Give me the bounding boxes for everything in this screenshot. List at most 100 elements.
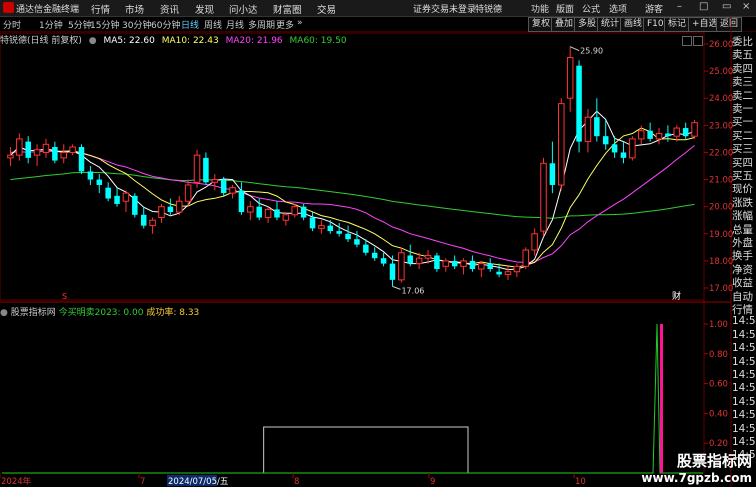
candle-body (282, 214, 290, 221)
candle-body (389, 263, 396, 280)
indicator-tick-label: 1.00 (709, 320, 728, 330)
low-price-label: 17.06 (401, 286, 424, 295)
candle-body (327, 225, 334, 232)
candle-body (96, 179, 103, 185)
candle-body (203, 157, 209, 183)
candle-body (220, 179, 227, 194)
quote-panel-label: 14:56 (732, 395, 756, 408)
watermark-url: www.7gpzb.com (641, 471, 752, 485)
indicator-tick-label: 0.80 (709, 350, 728, 360)
candle-body (238, 190, 245, 213)
candle-body (309, 217, 316, 229)
candle-body (513, 265, 521, 273)
price-tick-label: 22.00 (709, 148, 733, 158)
candle-body (105, 187, 111, 199)
candle-body (318, 225, 325, 229)
candle-body (611, 144, 618, 153)
candle-body (132, 195, 138, 215)
high-price-label: 25.90 (580, 47, 603, 56)
candle-body (637, 130, 645, 140)
candle-body (558, 103, 565, 186)
quote-panel-label: 14:56 (732, 422, 756, 435)
candle-body (691, 122, 698, 137)
quote-panel-label: 14:56 (732, 369, 756, 381)
candle-body (256, 206, 262, 218)
candle-body (478, 263, 485, 270)
candle-body (655, 132, 663, 140)
candle-body (442, 260, 450, 267)
candle-body (175, 200, 183, 213)
indicator-tick-label: 0.40 (709, 409, 728, 419)
candle-body (673, 127, 681, 137)
date-cursor-label: 2024/07/05/五 (168, 477, 229, 487)
candle-body (380, 258, 387, 264)
quote-side-panel[interactable]: 委比 卖五 卖四 卖三 卖二 卖一 买一 买二 买三 买四 买五 现价 涨跌 涨幅 总量 外盘 换手 净资 收益 自动… (732, 34, 756, 487)
candle-body (566, 57, 574, 99)
x-tick-label: 10 (575, 477, 586, 487)
price-tick-label: 26.00 (709, 40, 733, 50)
candle-body (424, 254, 432, 259)
candle-body (620, 152, 627, 158)
candle-body (398, 252, 405, 281)
main-frame (0, 32, 705, 301)
candle-body (451, 260, 458, 267)
candle-body (345, 233, 351, 240)
candle-body (184, 184, 192, 202)
price-tick-label: 21.00 (709, 176, 733, 186)
candle-body (496, 271, 502, 275)
candle-body (602, 136, 609, 145)
x-tick-label: 8 (294, 477, 299, 487)
candle-body (682, 128, 689, 137)
candle-body (354, 239, 360, 245)
candle-body (540, 162, 547, 232)
candle-body (7, 154, 14, 159)
candle-body (140, 214, 147, 226)
candle-body (665, 133, 671, 137)
candle-body (291, 206, 299, 216)
indicator-tick-label: 0.20 (709, 439, 728, 449)
candle-body (300, 206, 307, 218)
ma5-line (10, 110, 695, 271)
candle-body (647, 130, 653, 139)
candle-body (469, 260, 476, 270)
price-tick-label: 25.00 (709, 67, 733, 77)
s-badge: S (62, 292, 67, 301)
candle-body (629, 138, 636, 159)
ma10-line (10, 127, 695, 268)
candle-body (407, 255, 414, 264)
candle-body (229, 187, 236, 194)
finance-badge: 财 (672, 290, 681, 302)
quote-panel-label: 14:56 (732, 342, 756, 355)
watermark: 股票指标网 www.7gpzb.com (641, 450, 752, 485)
price-tick-label: 19.00 (709, 230, 733, 240)
candle-body (167, 206, 174, 213)
candle-body (42, 143, 50, 153)
kline-chart[interactable]: 25.90 17.06 财 S 26.00 25.00 24.00 23.00 22.00 21… (0, 0, 756, 487)
quote-panel-label: 14:56 (732, 315, 756, 328)
candle-body (78, 147, 85, 172)
candle-body (25, 141, 31, 158)
candle-body (487, 263, 493, 270)
x-tick-label: 2024年 (1, 476, 32, 487)
candle-body (434, 255, 440, 270)
candle-body (274, 209, 280, 218)
candle-body (522, 249, 530, 267)
candle-body (16, 138, 23, 156)
signal-line (2, 323, 703, 474)
candle-body (114, 195, 120, 204)
candle-body (460, 260, 467, 267)
candle-body (594, 117, 600, 137)
candle-body (584, 116, 592, 143)
quote-panel-label: 14:56 (732, 436, 756, 448)
candle-body (211, 179, 219, 183)
candle-body (149, 219, 156, 227)
quote-panel-label: 14:56 (732, 328, 756, 341)
candle-body (87, 171, 94, 180)
quote-panel-label: 14:56 (732, 355, 756, 368)
quote-panel-label: 14:56 (732, 382, 756, 395)
candle-body (158, 206, 165, 219)
candle-body (247, 206, 254, 213)
high-pointer (569, 46, 580, 52)
x-tick-label: 7 (140, 477, 145, 487)
candle-body (549, 163, 556, 185)
